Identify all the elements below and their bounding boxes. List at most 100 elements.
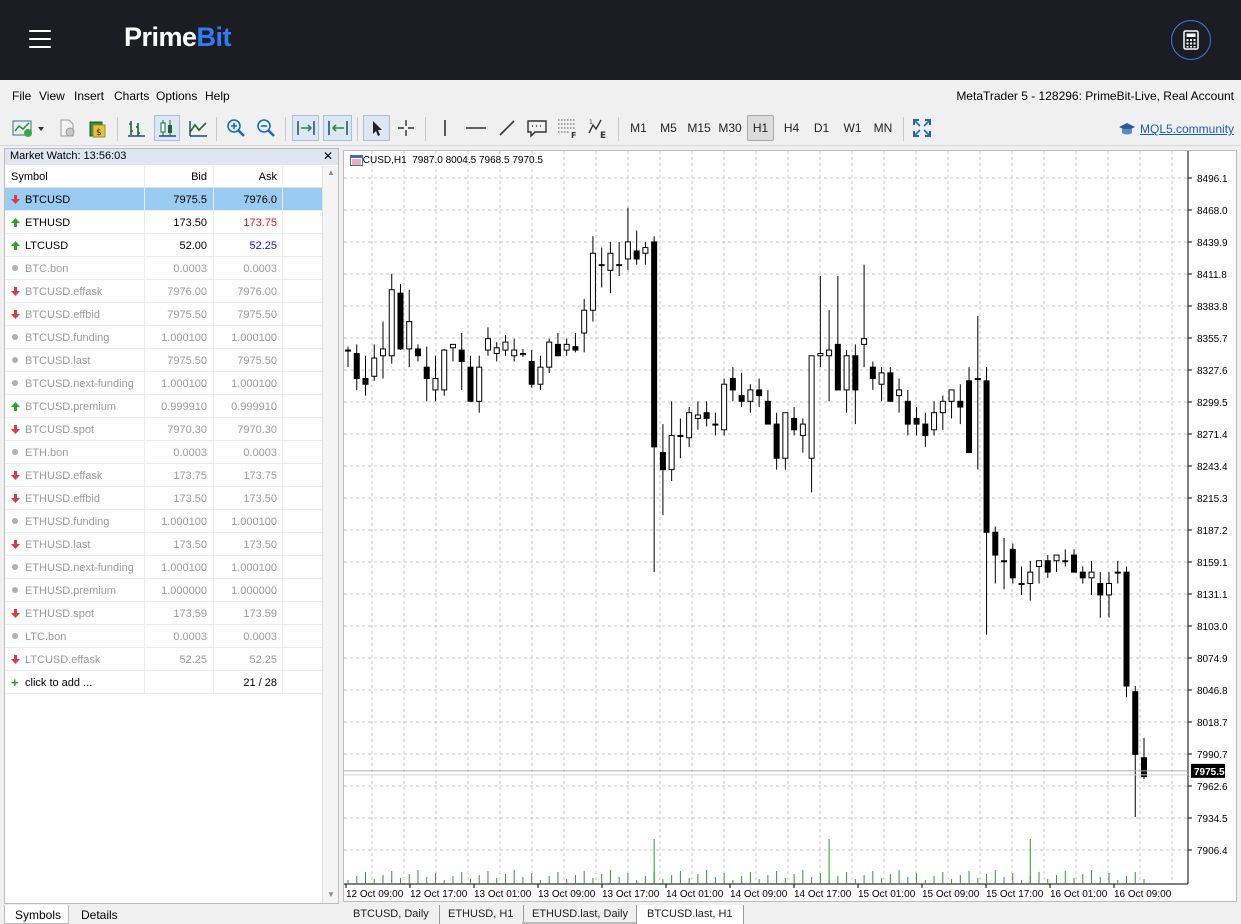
symbol-row[interactable]: ETHUSD.premium 1.000000 1.000000 [5, 579, 338, 602]
chart-tab-ethusd-last-daily[interactable]: ETHUSD.last, Daily [522, 905, 639, 924]
candle-body [388, 289, 395, 357]
ask-value: 1.000100 [231, 516, 277, 528]
menu-help[interactable]: Help [205, 89, 230, 103]
time-tick-label: 13 Oct 09:00 [538, 889, 596, 900]
add-symbol-row[interactable]: + click to add ... 21 / 28 [5, 671, 338, 694]
symbol-row[interactable]: ETHUSD.funding 1.000100 1.000100 [5, 510, 338, 533]
line-chart-button[interactable] [186, 115, 210, 141]
mql5-community-link[interactable]: MQL5.community [1118, 121, 1234, 137]
candle-body [362, 378, 369, 385]
profiles-button[interactable] [54, 115, 80, 141]
symbol-row[interactable]: LTCUSD.effask 52.25 52.25 [5, 648, 338, 671]
candlestick-chart-button[interactable] [154, 115, 180, 141]
tab-details[interactable]: Details [71, 905, 136, 924]
symbol-row[interactable]: ETHUSD.last 173.50 173.50 [5, 533, 338, 556]
new-chart-button[interactable] [8, 115, 48, 141]
menu-insert[interactable]: Insert [74, 89, 104, 103]
fullscreen-button[interactable] [909, 115, 935, 141]
symbol-row[interactable]: ETHUSD.next-funding 1.000100 1.000100 [5, 556, 338, 579]
symbol-count: 21 / 28 [243, 677, 277, 689]
symbol-row[interactable]: ETHUSD.effbid 173.50 173.50 [5, 487, 338, 510]
candle-body [659, 452, 666, 471]
symbol-row[interactable]: BTCUSD.next-funding 1.000100 1.000100 [5, 372, 338, 395]
close-icon[interactable]: ✕ [323, 149, 333, 163]
symbol-row[interactable]: ETHUSD 173.50 173.75 [5, 211, 338, 234]
symbol-row[interactable]: ETH.bon 0.0003 0.0003 [5, 441, 338, 464]
horizontal-line-button[interactable] [463, 115, 489, 141]
symbol-row[interactable]: BTCUSD.funding 1.000100 1.000100 [5, 326, 338, 349]
add-symbol-label[interactable]: click to add ... [25, 677, 92, 689]
candle-body [703, 412, 710, 419]
candle-body [371, 357, 378, 377]
chart-tab-btcusd-daily[interactable]: BTCUSD, Daily [343, 905, 440, 924]
symbol-row[interactable]: BTCUSD.last 7975.50 7975.50 [5, 349, 338, 372]
vertical-line-button[interactable] [433, 115, 457, 141]
mql5-link-text[interactable]: MQL5.community [1140, 122, 1234, 136]
tf-m30[interactable]: M30 [716, 115, 744, 141]
line-chart-icon [189, 121, 207, 137]
candle-body [782, 412, 789, 459]
menu-options[interactable]: Options [156, 89, 197, 103]
market-watch-rows: BTCUSD 7975.5 7976.0 ETHUSD 173.50 173.75 LTCU… [5, 188, 338, 671]
ask-value: 7975.50 [237, 355, 277, 367]
chart-tab-ethusd-h1[interactable]: ETHUSD, H1 [438, 905, 525, 924]
price-tick-label: 8383.8 [1197, 302, 1228, 313]
text-label-button[interactable] [524, 115, 550, 141]
col-bid-header[interactable]: Bid [145, 171, 207, 183]
market-button[interactable]: $ [85, 115, 111, 141]
hamburger-icon[interactable] [29, 30, 51, 50]
candle-body [869, 366, 876, 380]
symbol-row[interactable]: ETHUSD.spot 173.59 173.59 [5, 602, 338, 625]
menu-file[interactable]: File [12, 89, 31, 103]
symbol-row[interactable]: BTCUSD.effask 7976.00 7976.00 [5, 280, 338, 303]
tab-symbols[interactable]: Symbols [4, 905, 69, 924]
ask-value: 173.50 [243, 493, 277, 505]
candle-body [747, 389, 754, 402]
autoscroll-button[interactable] [292, 115, 319, 141]
up-arrow-icon [11, 218, 20, 227]
symbol-row[interactable]: BTCUSD.effbid 7975.50 7975.50 [5, 303, 338, 326]
cursor-button[interactable] [363, 115, 390, 141]
bid-value: 7970.30 [167, 424, 207, 436]
zoom-in-button[interactable] [223, 115, 249, 141]
tf-w1[interactable]: W1 [839, 115, 866, 141]
symbol-row[interactable]: BTCUSD.premium 0.999910 0.999910 [5, 395, 338, 418]
symbol-row[interactable]: BTCUSD.spot 7970.30 7970.30 [5, 418, 338, 441]
symbol-row[interactable]: ETHUSD.effask 173.75 173.75 [5, 464, 338, 487]
symbol-name: ETHUSD.effask [25, 470, 103, 482]
tf-m1[interactable]: M1 [625, 115, 652, 141]
elliott-wave-button[interactable]: E 1 [585, 115, 611, 141]
trendline-button[interactable] [494, 115, 520, 141]
candlestick-chart[interactable]: 8496.1 8468.0 8439.9 8411.8 8383.8 8355.7 8327… [344, 151, 1236, 901]
scroll-down-icon[interactable]: ▼ [327, 890, 335, 899]
tf-m5[interactable]: M5 [655, 115, 682, 141]
zoom-out-button[interactable] [253, 115, 279, 141]
market-watch-panel: Market Watch: 13:56:03 ✕ Symbol Bid Ask … [4, 148, 339, 904]
graduation-cap-icon [1119, 123, 1135, 135]
tf-m15[interactable]: M15 [685, 115, 713, 141]
market-watch-scrollbar[interactable]: ▲ ▼ [322, 166, 338, 903]
col-ask-header[interactable]: Ask [215, 171, 277, 183]
bar-chart-button[interactable] [124, 115, 148, 141]
col-symbol-header[interactable]: Symbol [11, 171, 48, 183]
symbol-row[interactable]: LTC.bon 0.0003 0.0003 [5, 625, 338, 648]
symbol-row[interactable]: BTC.bon 0.0003 0.0003 [5, 257, 338, 280]
down-arrow-icon [11, 494, 20, 503]
tf-mn[interactable]: MN [869, 115, 897, 141]
crosshair-button[interactable] [393, 115, 419, 141]
price-tick-label: 8439.9 [1197, 238, 1228, 249]
bid-value: 7976.00 [167, 286, 207, 298]
symbol-row[interactable]: BTCUSD 7975.5 7976.0 [5, 188, 338, 211]
scroll-up-icon[interactable]: ▲ [327, 168, 335, 177]
fibonacci-button[interactable]: F [554, 115, 580, 141]
tf-d1[interactable]: D1 [808, 115, 835, 141]
symbol-row[interactable]: LTCUSD 52.00 52.25 [5, 234, 338, 257]
tf-h1[interactable]: H1 [747, 115, 774, 141]
chart-tab-btcusd-last-h1[interactable]: BTCUSD.last, H1 [636, 905, 744, 924]
calculator-button[interactable] [1171, 20, 1211, 60]
tf-h4[interactable]: H4 [778, 115, 805, 141]
chart-shift-button[interactable] [323, 115, 352, 141]
menu-view[interactable]: View [39, 89, 65, 103]
menu-charts[interactable]: Charts [114, 89, 149, 103]
chart-window[interactable]: 8496.1 8468.0 8439.9 8411.8 8383.8 8355.7 8327… [343, 150, 1237, 902]
